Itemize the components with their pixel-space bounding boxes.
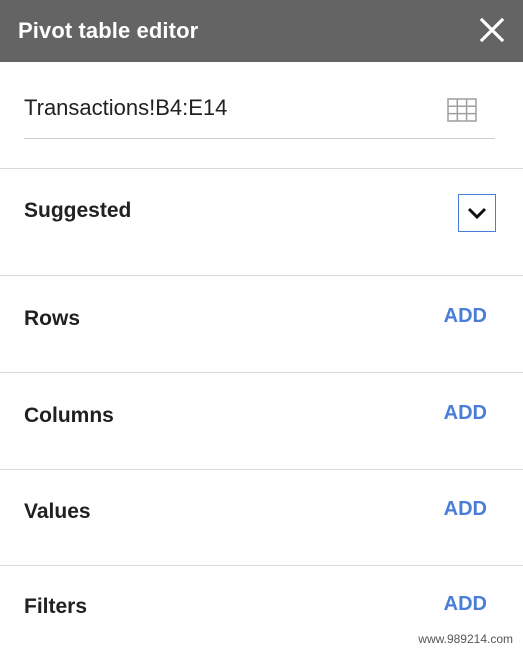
grid-icon — [447, 98, 477, 122]
editor-header: Pivot table editor — [0, 0, 523, 62]
columns-label: Columns — [24, 404, 114, 427]
chevron-down-icon — [467, 207, 487, 220]
close-button[interactable] — [479, 17, 505, 43]
filters-label: Filters — [24, 595, 88, 618]
add-rows-button[interactable]: ADD — [444, 303, 487, 329]
pivot-table-editor-panel: Pivot table editor Transactions!B4:E14 S… — [0, 0, 523, 650]
suggested-dropdown-button[interactable] — [458, 194, 496, 232]
select-range-button[interactable] — [447, 98, 477, 122]
values-section: Values ADD — [0, 469, 523, 566]
add-columns-button[interactable]: ADD — [444, 400, 487, 426]
close-icon — [479, 17, 505, 43]
data-range-value[interactable]: Transactions!B4:E14 — [24, 94, 227, 122]
data-range-field[interactable]: Transactions!B4:E14 — [24, 90, 495, 139]
rows-section: Rows ADD — [0, 276, 523, 373]
suggested-label: Suggested — [24, 199, 132, 222]
add-filters-button[interactable]: ADD — [444, 591, 487, 617]
add-values-button[interactable]: ADD — [444, 496, 487, 522]
values-label: Values — [24, 500, 91, 523]
data-range-section: Transactions!B4:E14 — [0, 62, 523, 169]
suggested-section: Suggested — [0, 169, 523, 276]
rows-label: Rows — [24, 307, 81, 330]
editor-title: Pivot table editor — [18, 18, 199, 43]
watermark-text: www.989214.com — [418, 632, 513, 646]
columns-section: Columns ADD — [0, 373, 523, 470]
